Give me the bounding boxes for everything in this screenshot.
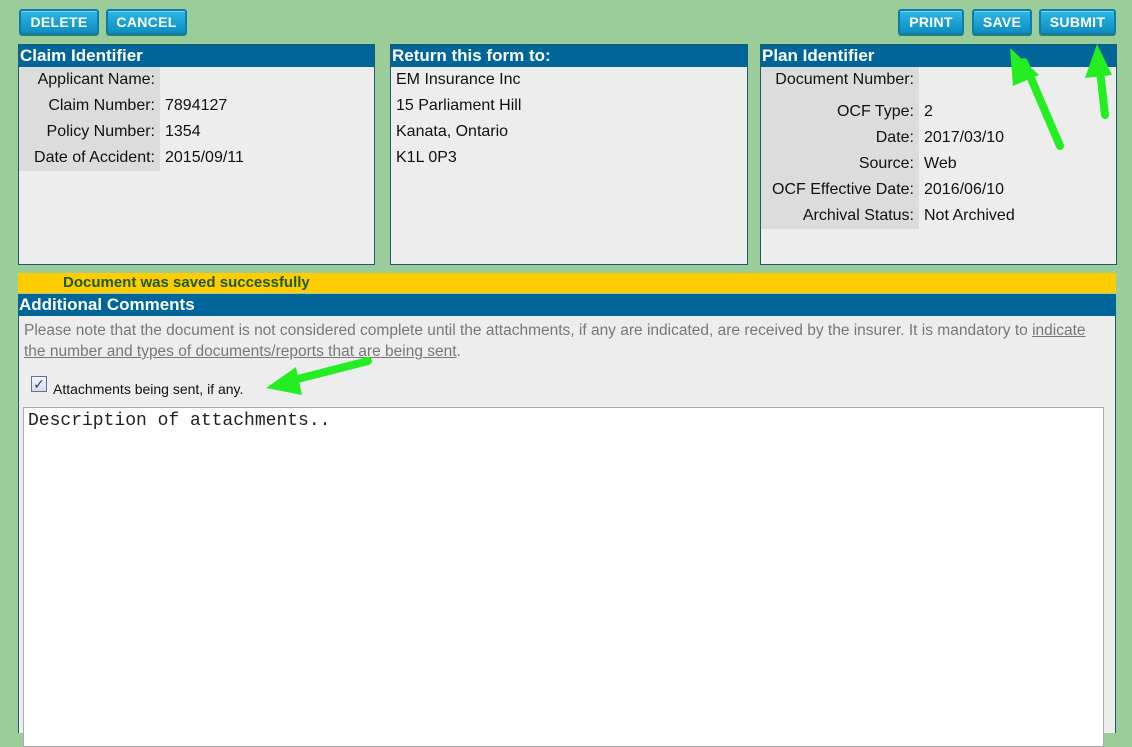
return-panel-title: Return this form to:: [391, 45, 747, 67]
policy-number-row: Policy Number: 1354: [19, 119, 374, 145]
plan-panel-title: Plan Identifier: [761, 45, 1116, 67]
source-value: Web: [924, 155, 957, 172]
submit-button[interactable]: SUBMIT: [1039, 9, 1116, 35]
print-button[interactable]: PRINT: [898, 9, 964, 35]
attachments-checkbox-label[interactable]: Attachments being sent, if any.: [53, 380, 243, 398]
ocf-effective-date-value: 2016/06/10: [924, 181, 1005, 198]
claim-identifier-panel: Claim Identifier Applicant Name: Claim N…: [18, 44, 375, 265]
archival-status-row: Archival Status: Not Archived: [761, 203, 1116, 229]
return-address-line: K1L 0P3: [396, 149, 457, 166]
claim-number-label: Claim Number:: [19, 93, 160, 119]
claim-panel-title: Claim Identifier: [19, 45, 374, 67]
archival-status-label: Archival Status:: [761, 203, 919, 229]
applicant-name-label: Applicant Name:: [19, 67, 160, 93]
claim-number-value: 7894127: [165, 97, 228, 114]
checkmark-icon: ✓: [33, 376, 45, 392]
ocf-type-label: OCF Type:: [761, 99, 919, 125]
attachments-checkbox[interactable]: ✓: [31, 376, 47, 392]
date-value: 2017/03/10: [924, 129, 1005, 146]
policy-number-label: Policy Number:: [19, 119, 160, 145]
ocf-effective-date-row: OCF Effective Date: 2016/06/10: [761, 177, 1116, 203]
cancel-button[interactable]: CANCEL: [106, 9, 187, 35]
source-row: Source: Web: [761, 151, 1116, 177]
ocf-type-value: 2: [924, 103, 933, 120]
date-label: Date:: [761, 125, 919, 151]
policy-number-value: 1354: [165, 123, 201, 140]
return-address-panel: Return this form to: EM Insurance Inc 15…: [390, 44, 748, 265]
note-end: .: [456, 343, 461, 360]
document-number-row: Document Number:: [761, 67, 1116, 93]
attachments-note: Please note that the document is not con…: [24, 320, 1109, 362]
date-row: Date: 2017/03/10: [761, 125, 1116, 151]
ocf-effective-date-label: OCF Effective Date:: [761, 177, 919, 203]
date-of-accident-label: Date of Accident:: [19, 145, 160, 171]
save-button[interactable]: SAVE: [972, 9, 1032, 35]
return-address-line: EM Insurance Inc: [396, 71, 521, 88]
claim-number-row: Claim Number: 7894127: [19, 93, 374, 119]
ocf-type-row: OCF Type: 2: [761, 99, 1116, 125]
note-text: Please note that the document is not con…: [24, 322, 1033, 339]
date-of-accident-row: Date of Accident: 2015/09/11: [19, 145, 374, 171]
return-address-line: Kanata, Ontario: [396, 123, 509, 140]
source-label: Source:: [761, 151, 919, 177]
additional-comments-section: Please note that the document is not con…: [18, 316, 1116, 747]
delete-button[interactable]: DELETE: [19, 9, 99, 35]
applicant-name-row: Applicant Name:: [19, 67, 374, 93]
document-number-label: Document Number:: [761, 67, 919, 93]
archival-status-value: Not Archived: [924, 207, 1015, 224]
attachments-description-textarea[interactable]: Description of attachments..: [23, 407, 1104, 747]
date-of-accident-value: 2015/09/11: [165, 149, 244, 166]
additional-comments-title: Additional Comments: [18, 294, 1116, 316]
plan-identifier-panel: Plan Identifier Document Number: OCF Typ…: [760, 44, 1117, 265]
return-address-line: 15 Parliament Hill: [396, 97, 522, 114]
save-status-message: Document was saved successfully: [18, 273, 1116, 293]
